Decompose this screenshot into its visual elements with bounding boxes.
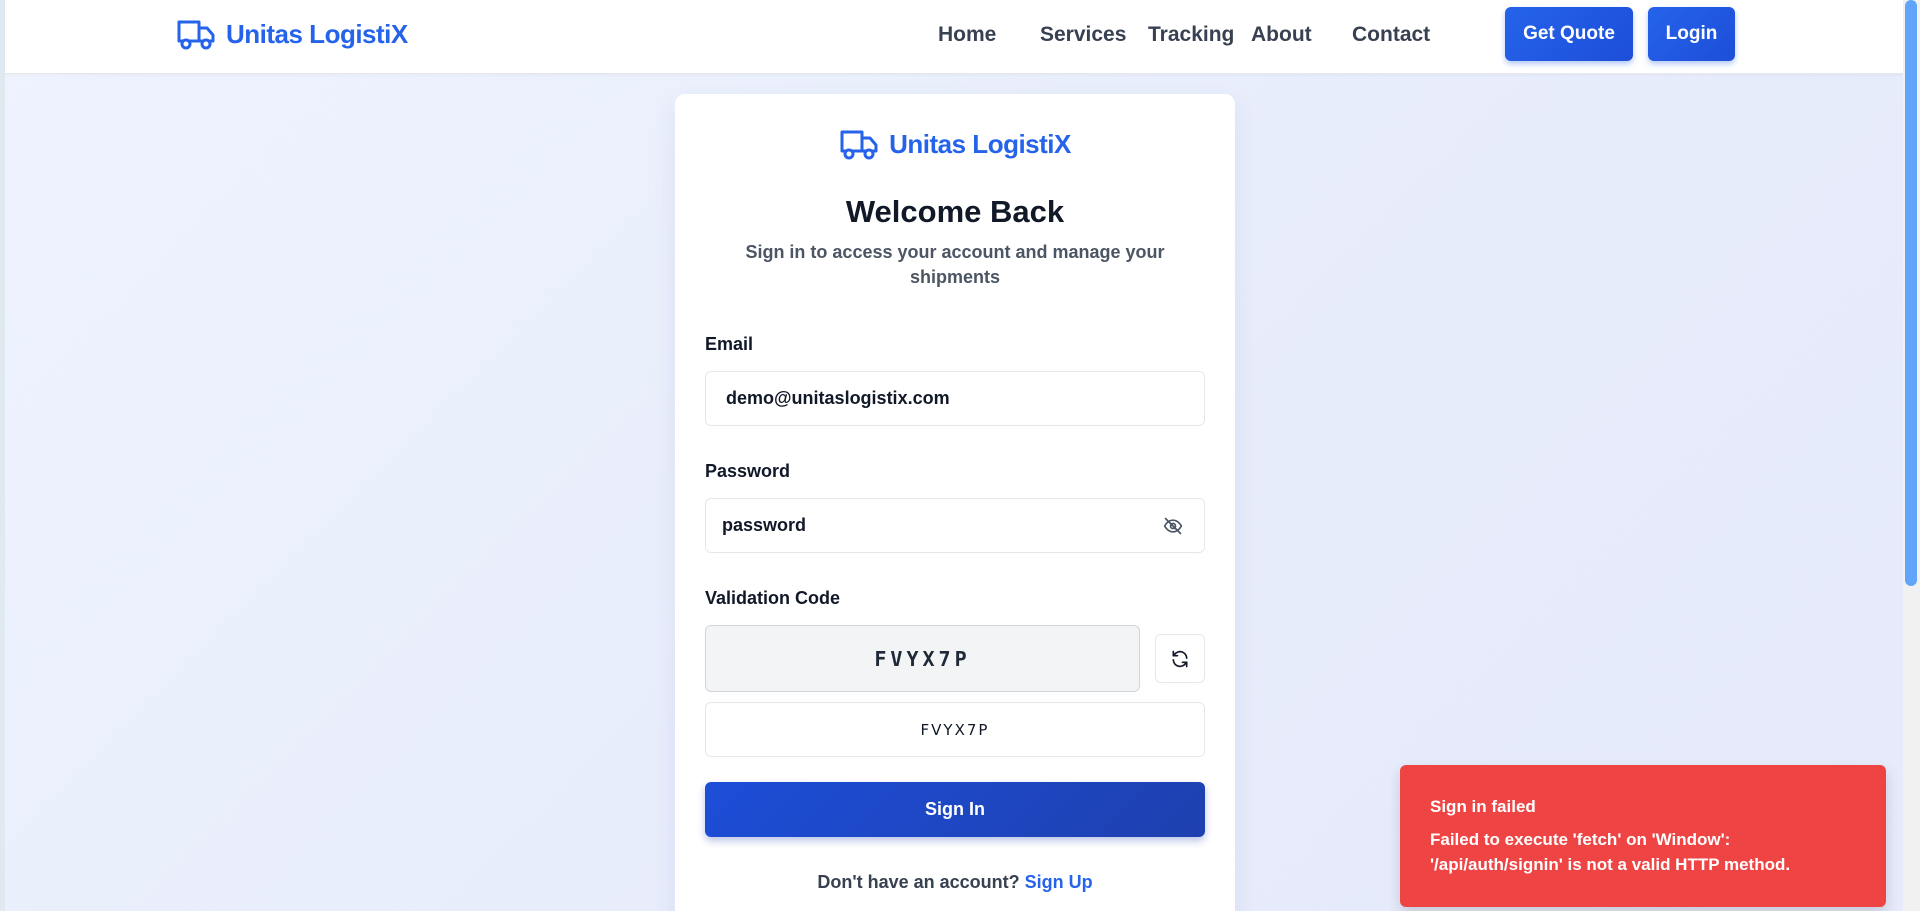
validation-code-label: Validation Code [705, 588, 841, 608]
nav-link-home[interactable]: Home [938, 20, 1040, 50]
sign-in-button[interactable]: Sign In [705, 782, 1205, 837]
toggle-password-visibility-button[interactable] [1160, 513, 1186, 539]
get-quote-button[interactable]: Get Quote [1505, 7, 1633, 61]
captcha-display: FVYX7P [705, 625, 1140, 692]
scrollbar-thumb[interactable] [1905, 0, 1917, 586]
email-label: Email [705, 334, 754, 354]
login-button[interactable]: Login [1648, 7, 1735, 61]
refresh-icon [1172, 650, 1188, 667]
nav-link-contact[interactable]: Contact [1352, 20, 1452, 50]
error-toast[interactable]: Sign in failed Failed to execute 'fetch'… [1400, 765, 1886, 907]
truck-icon [177, 20, 215, 50]
card-brand: Unitas LogistiX [675, 124, 1235, 164]
nav-links: Home Services Tracking About Contact [938, 20, 1452, 50]
toast-message: Failed to execute 'fetch' on 'Window': '… [1430, 830, 1791, 874]
password-field[interactable] [705, 498, 1205, 553]
email-field[interactable] [705, 371, 1205, 426]
nav-link-services[interactable]: Services [1040, 20, 1148, 50]
brand-logo-link[interactable]: Unitas LogistiX [176, 14, 408, 54]
signin-card: Unitas LogistiX Welcome Back Sign in to … [675, 94, 1235, 911]
window-edge [0, 0, 5, 911]
refresh-captcha-button[interactable] [1155, 634, 1205, 683]
sign-up-link[interactable]: Sign Up [1025, 872, 1093, 892]
password-label: Password [705, 461, 791, 481]
page-subtitle: Sign in to access your account and manag… [745, 242, 1165, 287]
card-brand-name: Unitas LogistiX [889, 128, 1071, 159]
page-scrollbar[interactable] [1903, 0, 1920, 911]
nav-link-about[interactable]: About [1251, 20, 1352, 50]
truck-icon [840, 130, 878, 160]
eye-off-icon [1163, 517, 1183, 535]
toast-title: Sign in failed [1430, 797, 1536, 816]
validation-code-input[interactable] [705, 702, 1205, 757]
signup-prompt: Don't have an account? [817, 872, 1025, 892]
top-navbar: Unitas LogistiX Home Services Tracking A… [5, 0, 1903, 74]
nav-link-tracking[interactable]: Tracking [1148, 20, 1251, 50]
page-title: Welcome Back [845, 194, 1065, 229]
signup-row: Don't have an account? Sign Up [675, 872, 1235, 893]
brand-name: Unitas LogistiX [226, 18, 408, 49]
